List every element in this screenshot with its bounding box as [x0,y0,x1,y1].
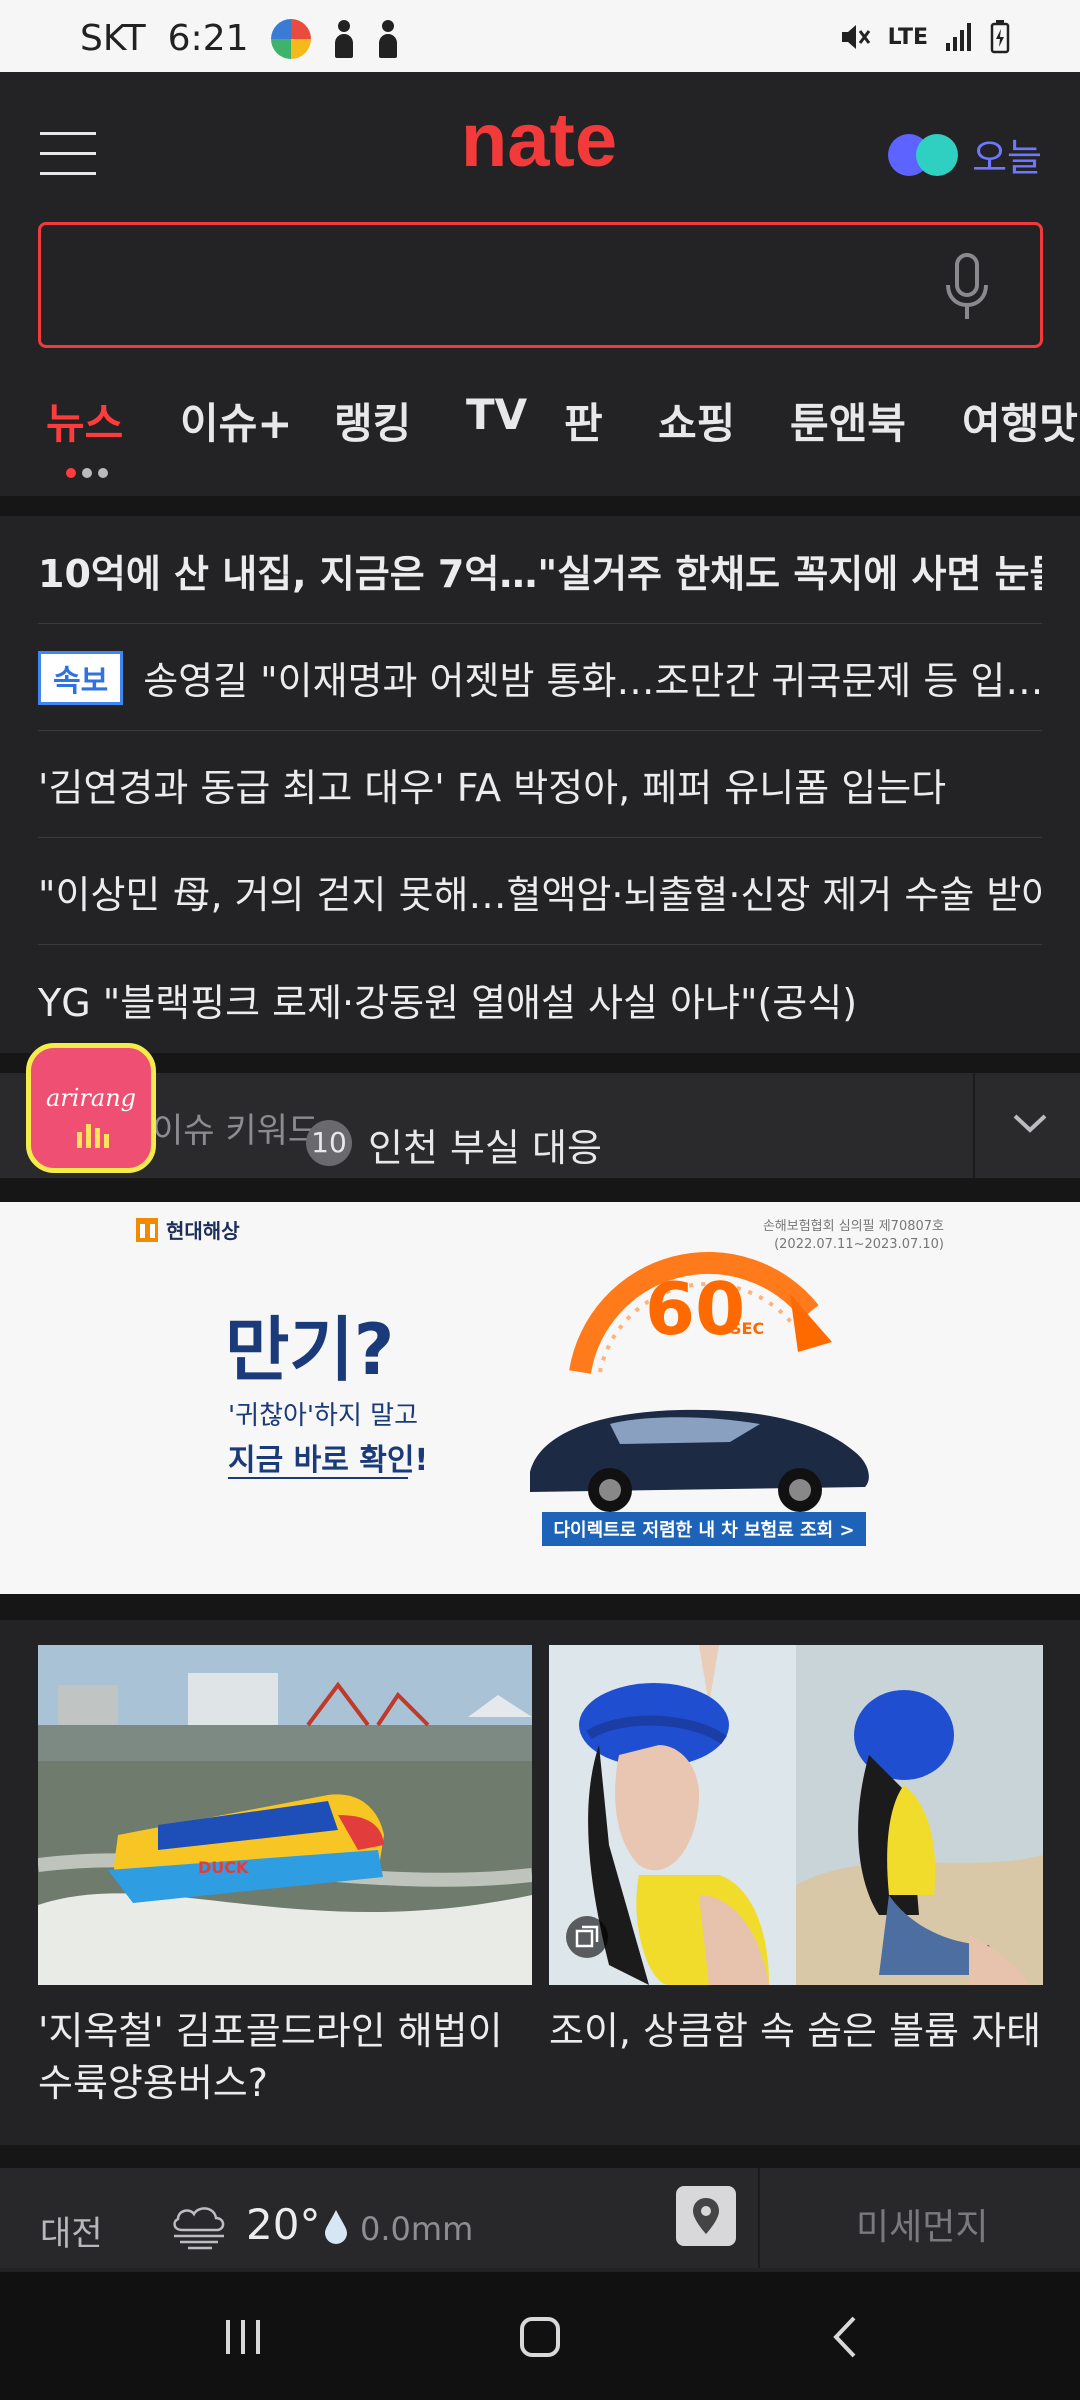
headline-item[interactable]: 속보 송영길 "이재명과 어젯밤 통화…조만간 귀국문제 등 입… [38,625,1042,731]
temperature: 20° [246,2200,321,2249]
status-right: LTE [838,20,1010,54]
amphibious-bus-photo: DUCK [38,1645,532,1985]
tab-issue-plus[interactable]: 이슈+ [180,390,292,451]
svg-text:만기?: 만기? [225,1309,394,1391]
search-input[interactable] [38,222,1043,348]
photo-news-card[interactable]: 조이, 상큼함 속 숨은 볼륨 자태 [549,1645,1043,2057]
menu-icon[interactable] [40,132,96,176]
photo-news-cards: DUCK '지옥철' 김포골드라인 해법이 수륙양용버스? 조이, 상큼함 속 … [0,1620,1080,2145]
clock: 6:21 [167,18,249,59]
nate-logo[interactable]: nate [424,104,654,184]
tab-ranking[interactable]: 랭킹 [334,390,411,451]
today-label: 오늘 [972,136,1042,180]
headline-item[interactable]: '김연경과 동급 최고 대우' FA 박정아, 페퍼 유니폼 입는다 [38,732,1042,838]
raindrop-icon [325,2210,347,2244]
headline-text: "이상민 母, 거의 걷지 못해…혈액암·뇌출혈·신장 제거 수술 받아" [38,873,1042,917]
svg-text:다이렉트로 저렴한 내 차 보험료 조회 >: 다이렉트로 저렴한 내 차 보험료 조회 > [553,1519,854,1541]
tab-pan[interactable]: 판 [564,390,603,451]
svg-text:SEC: SEC [730,1319,764,1338]
app-notification-icon [270,18,311,59]
today-button[interactable]: 오늘 [888,127,1042,182]
keyword-label: 이슈 키워드 [152,1111,320,1151]
photo-news-card[interactable]: DUCK '지옥철' 김포골드라인 해법이 수륙양용버스? [38,1645,532,2109]
weather-city: 대전 [40,2214,103,2254]
tab-shopping[interactable]: 쇼핑 [658,390,735,451]
keyword-divider [973,1073,975,1178]
divider [0,1053,1080,1073]
tab-tv[interactable]: TV [466,390,527,439]
system-nav-bar [0,2272,1080,2400]
recent-apps-icon[interactable] [218,2312,268,2362]
keyword-text: 인천 부실 대응 [368,1126,602,1170]
breaking-badge: 속보 [38,650,124,705]
photo-card-title: '지옥철' 김포골드라인 해법이 수륙양용버스? [38,2009,503,2105]
location-pin-icon[interactable] [676,2186,736,2246]
app-header: nate 오늘 [0,72,1080,222]
fine-dust-button[interactable]: 미세먼지 [856,2198,988,2250]
microphone-icon[interactable] [942,253,992,323]
today-logo-icon-part [916,133,959,176]
ad-creative: 현대해상 손해보험협회 심의필 제70807호 (2022.07.11~2023… [136,1218,944,1546]
headline-item[interactable]: YG "블랙핑크 로제·강동원 열애설 사실 아냐"(공식) [38,946,1042,1052]
tab-news[interactable]: 뉴스 [46,390,123,451]
divider [0,2145,1080,2168]
person-notification-icon [377,19,399,58]
tab-toon-book[interactable]: 툰앤북 [790,390,906,451]
battery-icon [990,20,1010,54]
svg-text:DUCK: DUCK [198,1858,249,1877]
back-icon[interactable] [822,2312,872,2362]
weather-divider [758,2168,760,2268]
svg-text:현대해상: 현대해상 [166,1219,240,1243]
cloud-fog-icon [173,2207,225,2250]
svg-text:손해보험협회 심의필 제70807호: 손해보험협회 심의필 제70807호 [763,1219,944,1234]
headline-text: YG "블랙핑크 로제·강동원 열애설 사실 아냐"(공식) [38,980,858,1025]
person-notification-icon [333,19,355,58]
category-tabs: 뉴스 이슈+ 랭킹 TV 판 쇼핑 툰앤북 여행맛 [0,390,1080,480]
carrier-label: SKT [80,18,146,59]
rainfall: 0.0mm [360,2210,474,2248]
svg-text:(2022.07.11~2023.07.10): (2022.07.11~2023.07.10) [774,1237,944,1252]
svg-text:60: 60 [645,1267,745,1351]
divider [0,496,1080,516]
equalizer-icon [77,1124,109,1148]
headline-text: 송영길 "이재명과 어젯밤 통화…조만간 귀국문제 등 입… [143,659,1042,703]
headline-text: '김연경과 동급 최고 대우' FA 박정아, 페퍼 유니폼 입는다 [38,766,947,810]
keyword-rank: 10 [306,1120,352,1166]
headline-text: 10억에 산 내집, 지금은 7억…"실거주 한채도 꼭지에 사면 눈물… [38,552,1042,596]
signal-icon [946,23,971,51]
network-type-label: LTE [887,24,928,50]
divider [0,1178,1080,1202]
svg-text:'귀찮아'하지 말고: '귀찮아'하지 말고 [228,1401,418,1431]
svg-text:지금 바로 확인!: 지금 바로 확인! [228,1443,428,1478]
issue-keyword-bar[interactable]: 이슈 키워드 10 인천 부실 대응 [0,1073,1080,1178]
gallery-icon [566,1916,608,1958]
woman-blue-cap-photo [549,1645,1043,1985]
home-icon[interactable] [515,2312,565,2362]
ad-banner[interactable]: 현대해상 손해보험협회 심의필 제70807호 (2022.07.11~2023… [0,1202,1080,1594]
tab-indicator [66,468,108,478]
photo-card-title: 조이, 상큼함 속 숨은 볼륨 자태 [549,2009,1041,2053]
chevron-down-icon[interactable] [1012,1111,1048,1135]
weather-bar[interactable]: 대전 20° 0.0mm 미세먼지 [0,2168,1080,2268]
headline-item[interactable]: "이상민 母, 거의 걷지 못해…혈액암·뇌출혈·신장 제거 수술 받아" [38,839,1042,945]
headline-item[interactable]: 10억에 산 내집, 지금은 7억…"실거주 한채도 꼭지에 사면 눈물… [38,518,1042,624]
status-left: SKT 6:21 [80,18,399,59]
svg-text:nate: nate [461,104,617,183]
arirang-logo-text: arirang [45,1084,137,1112]
floating-arirang-app-icon[interactable]: arirang [26,1043,156,1173]
status-bar: SKT 6:21 LTE [0,0,1080,72]
divider [0,1594,1080,1620]
mute-icon [841,25,870,49]
tab-travel[interactable]: 여행맛 [962,390,1078,451]
